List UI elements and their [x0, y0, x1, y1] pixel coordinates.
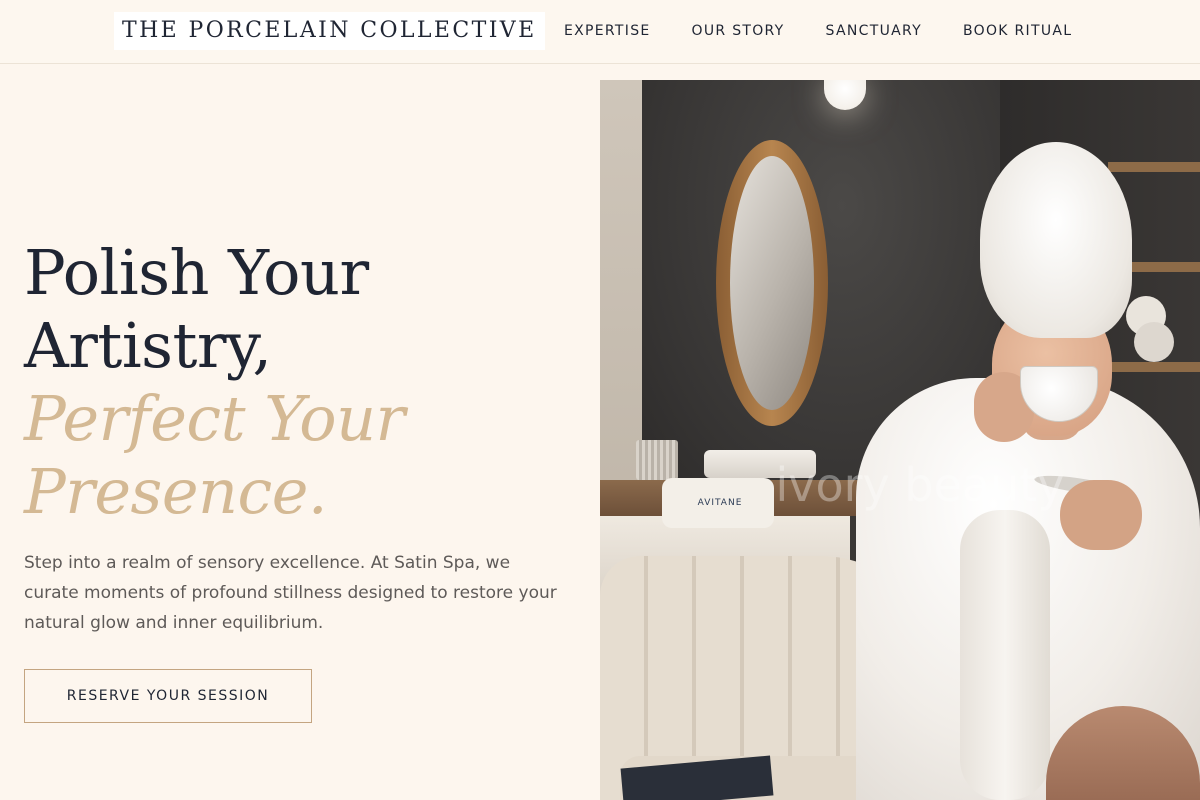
hero-title: Polish Your Artistry, Perfect Your Prese… — [24, 236, 584, 528]
shelf — [1108, 162, 1200, 172]
hero-description: Step into a realm of sensory excellence.… — [24, 553, 557, 633]
hero-title-line-2: Artistry, — [24, 309, 272, 382]
hero-image: AVITANE ivory beauty — [600, 80, 1200, 800]
robe-fold — [960, 510, 1050, 800]
brand-logo[interactable]: THE PORCELAIN COLLECTIVE — [114, 12, 545, 50]
nav-link-expertise[interactable]: EXPERTISE — [564, 23, 651, 39]
nav-link-our-story[interactable]: OUR STORY — [692, 23, 785, 39]
oval-mirror — [730, 156, 814, 410]
nav-link-book-ritual[interactable]: BOOK RITUAL — [963, 23, 1072, 39]
shelf — [1108, 362, 1200, 372]
rolled-towel — [1134, 322, 1174, 362]
site-header: THE PORCELAIN COLLECTIVE EXPERTISE OUR S… — [0, 0, 1200, 64]
nav-link-sanctuary[interactable]: SANCTUARY — [826, 23, 922, 39]
hero-title-line-1: Polish Your — [24, 236, 369, 309]
main-nav: EXPERTISE OUR STORY SANCTUARY BOOK RITUA… — [564, 0, 1072, 62]
reserve-session-button[interactable]: RESERVE YOUR SESSION — [24, 669, 312, 723]
basket — [636, 440, 678, 480]
hero-accent-line-1: Perfect Your — [24, 382, 405, 455]
watermark: ivory beauty — [775, 458, 1065, 512]
hero-accent-line-2: Presence. — [24, 455, 328, 528]
towel-turban — [980, 142, 1132, 338]
